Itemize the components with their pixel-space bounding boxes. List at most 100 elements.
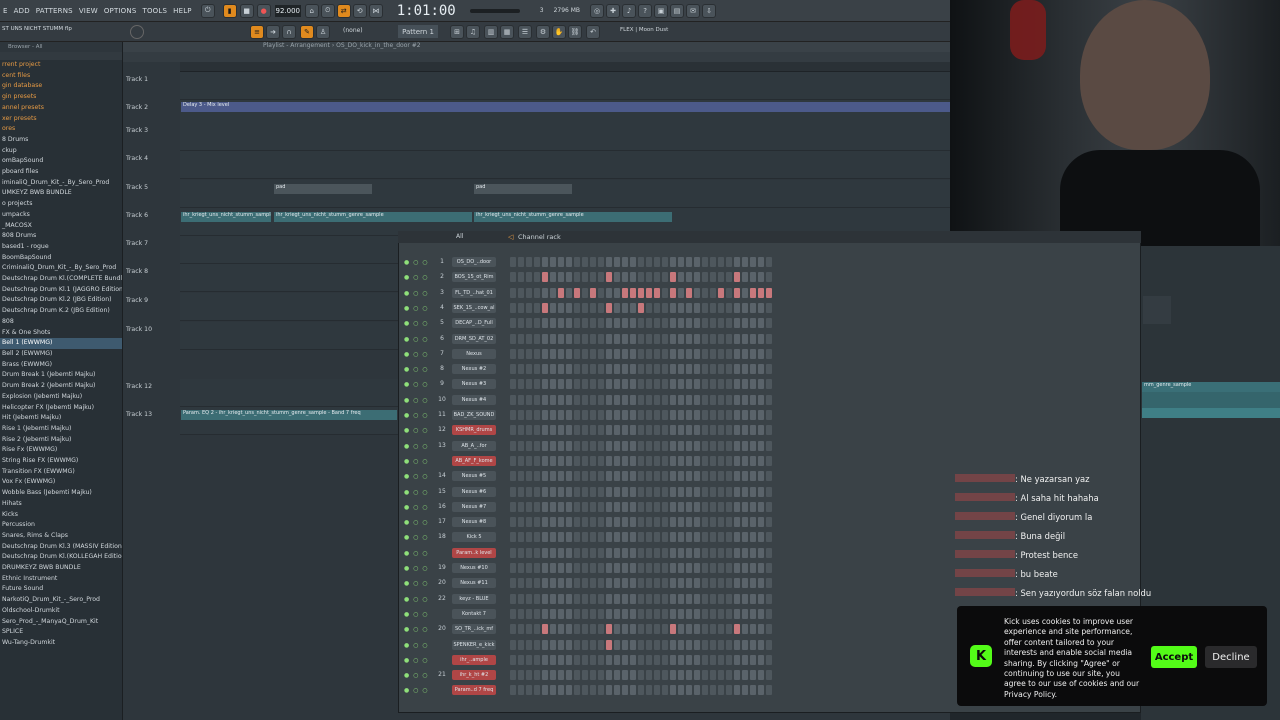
step-button[interactable]: [694, 517, 700, 528]
step-button[interactable]: [510, 348, 516, 359]
step-button[interactable]: [670, 608, 676, 619]
step-button[interactable]: [630, 272, 636, 283]
step-sequencer[interactable]: [510, 670, 772, 681]
step-button[interactable]: [718, 654, 724, 665]
step-button[interactable]: [694, 547, 700, 558]
step-button[interactable]: [638, 547, 644, 558]
step-button[interactable]: [598, 410, 604, 420]
step-button[interactable]: [734, 578, 740, 589]
step-button[interactable]: [710, 563, 716, 573]
step-button[interactable]: [550, 563, 556, 573]
step-button[interactable]: [662, 578, 668, 589]
step-button[interactable]: [734, 685, 740, 696]
step-button[interactable]: [694, 364, 700, 375]
step-button[interactable]: [534, 639, 540, 650]
step-sequencer[interactable]: [510, 532, 772, 543]
step-button[interactable]: [630, 364, 636, 375]
step-button[interactable]: [766, 455, 772, 466]
step-button[interactable]: [542, 547, 548, 558]
step-button[interactable]: [710, 624, 716, 635]
browser-item[interactable]: Hit (Jebemti Majku): [0, 413, 122, 424]
step-button[interactable]: [550, 302, 556, 313]
step-button[interactable]: [526, 302, 532, 313]
step-button[interactable]: [526, 379, 532, 390]
step-button[interactable]: [694, 272, 700, 283]
step-button[interactable]: [638, 257, 644, 267]
step-button[interactable]: [606, 425, 612, 436]
accept-button[interactable]: Accept: [1151, 646, 1197, 668]
step-button[interactable]: [702, 455, 708, 466]
browser-item[interactable]: iminaliQ_Drum_Kit_-_By_Sero_Prod: [0, 178, 122, 189]
browser-item[interactable]: Percussion: [0, 520, 122, 531]
step-button[interactable]: [518, 593, 524, 604]
step-button[interactable]: [710, 501, 716, 512]
step-button[interactable]: [582, 333, 588, 344]
step-button[interactable]: [678, 379, 684, 390]
browser-item[interactable]: based1 - rogue: [0, 242, 122, 253]
step-button[interactable]: [518, 410, 524, 420]
channel-mute-icon[interactable]: ● ○ ○: [404, 657, 429, 664]
step-button[interactable]: [734, 639, 740, 650]
step-button[interactable]: [686, 563, 692, 573]
step-button[interactable]: [574, 333, 580, 344]
step-button[interactable]: [766, 302, 772, 313]
step-button[interactable]: [590, 517, 596, 528]
step-button[interactable]: [654, 486, 660, 497]
help-icon[interactable]: ?: [638, 3, 653, 18]
browser-item[interactable]: Deutschrap Drum Kl.2 (JBG Edition): [0, 295, 122, 306]
step-button[interactable]: [518, 302, 524, 313]
step-button[interactable]: [606, 410, 612, 420]
step-button[interactable]: [638, 471, 644, 482]
step-button[interactable]: [590, 379, 596, 390]
step-button[interactable]: [654, 302, 660, 313]
channel-number[interactable]: 22: [436, 595, 448, 602]
step-button[interactable]: [678, 517, 684, 528]
channel-row[interactable]: ● ○ ○ 11 BAD_ZK_SOUND: [400, 408, 1140, 423]
step-button[interactable]: [598, 670, 604, 681]
step-button[interactable]: [742, 685, 748, 696]
step-button[interactable]: [710, 410, 716, 420]
step-button[interactable]: [526, 517, 532, 528]
step-button[interactable]: [630, 578, 636, 589]
step-button[interactable]: [726, 364, 732, 375]
step-button[interactable]: [694, 410, 700, 420]
step-button[interactable]: [670, 287, 676, 298]
step-button[interactable]: [518, 501, 524, 512]
step-button[interactable]: [558, 501, 564, 512]
track-label[interactable]: Track 2: [126, 104, 148, 111]
step-button[interactable]: [718, 608, 724, 619]
step-button[interactable]: [542, 532, 548, 543]
step-button[interactable]: [646, 578, 652, 589]
step-button[interactable]: [574, 608, 580, 619]
step-button[interactable]: [510, 379, 516, 390]
step-button[interactable]: [678, 685, 684, 696]
step-button[interactable]: [750, 624, 756, 635]
step-button[interactable]: [510, 578, 516, 589]
step-button[interactable]: [742, 440, 748, 451]
step-button[interactable]: [702, 532, 708, 543]
step-button[interactable]: [622, 501, 628, 512]
step-button[interactable]: [630, 287, 636, 298]
step-button[interactable]: [654, 257, 660, 267]
browser-item[interactable]: Drum Break 1 (Jebemti Majku): [0, 370, 122, 381]
step-button[interactable]: [590, 593, 596, 604]
step-button[interactable]: [542, 379, 548, 390]
channel-name-button[interactable]: BAD_ZK_SOUND: [452, 410, 496, 420]
step-button[interactable]: [542, 654, 548, 665]
step-button[interactable]: [702, 364, 708, 375]
step-button[interactable]: [702, 257, 708, 267]
browser-item[interactable]: DRUMKEYZ BWB BUNDLE: [0, 563, 122, 574]
brush-icon[interactable]: ♙: [316, 25, 330, 39]
step-button[interactable]: [726, 563, 732, 573]
step-button[interactable]: [766, 486, 772, 497]
step-button[interactable]: [566, 364, 572, 375]
channel-row[interactable]: ● ○ ○ 13 AB_A_..for: [400, 439, 1140, 454]
step-button[interactable]: [718, 257, 724, 267]
step-button[interactable]: [742, 639, 748, 650]
step-button[interactable]: [622, 348, 628, 359]
step-button[interactable]: [518, 257, 524, 267]
step-button[interactable]: [550, 333, 556, 344]
step-button[interactable]: [726, 654, 732, 665]
step-button[interactable]: [662, 394, 668, 405]
step-button[interactable]: [590, 608, 596, 619]
